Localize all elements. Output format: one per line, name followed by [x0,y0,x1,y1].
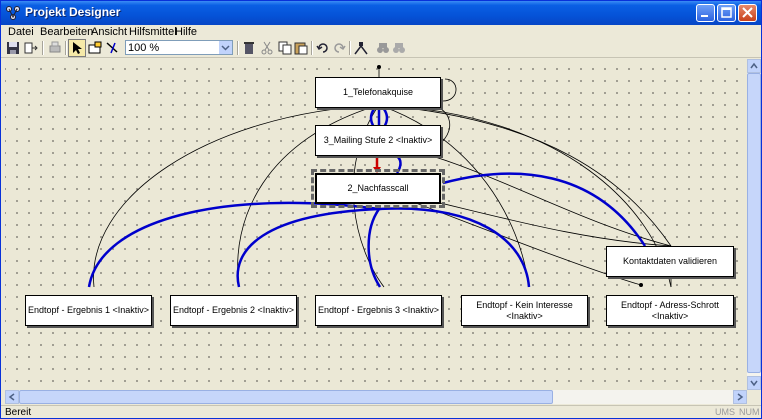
export-icon[interactable] [23,40,39,56]
toolbar-separator [237,41,239,55]
menu-bar: Datei Bearbeiten Ansicht Hilfsmittel Hil… [1,25,761,39]
chevron-down-icon [750,380,758,387]
node-kontaktdaten-validieren[interactable]: Kontaktdaten validieren [606,246,734,277]
chevron-up-icon [750,62,758,69]
toolbar-separator [311,41,313,55]
maximize-icon [721,7,732,18]
pointer-icon[interactable] [68,39,86,57]
node-endtopf-ergebnis-2[interactable]: Endtopf - Ergebnis 2 <Inaktiv> [170,295,297,326]
copy-icon[interactable] [277,40,293,56]
zoom-dropdown-button[interactable] [219,41,232,54]
diagram-canvas[interactable]: 1_Telefonakquise 3_Mailing Stufe 2 <Inak… [5,59,747,390]
close-icon [742,7,753,18]
zoom-select[interactable] [125,40,233,55]
chevron-left-icon [8,393,15,401]
scroll-right-button[interactable] [733,390,747,404]
node-endtopf-kein-interesse[interactable]: Endtopf - Kein Interesse <Inaktiv> [461,295,588,326]
node-nachfasscall[interactable]: 2_Nachfasscall [311,169,445,208]
status-text: Bereit [5,407,32,418]
redo-icon[interactable] [331,40,347,56]
toolbar-separator [65,41,67,55]
toolbar-separator [349,41,351,55]
save-icon[interactable] [5,40,21,56]
menu-bearbeiten[interactable]: Bearbeiten [40,25,93,39]
edge-active-nachfasscall-kein-interesse [378,207,531,288]
print-icon[interactable] [47,40,63,56]
scroll-down-button[interactable] [747,376,761,390]
vertical-scrollbar[interactable] [747,59,761,390]
chevron-down-icon [221,45,230,51]
minimize-icon [701,15,708,17]
node-mailing-stufe-2[interactable]: 3_Mailing Stufe 2 <Inaktiv> [315,125,441,156]
undo-icon[interactable] [315,40,331,56]
chevron-right-icon [737,393,744,401]
close-button[interactable] [738,4,757,22]
app-window: Projekt Designer Datei Bearbeiten Ansich… [0,0,762,419]
toolbar-separator [42,41,44,55]
edge-active-kontaktdaten-nachfasscall [442,172,647,247]
title-bar[interactable]: Projekt Designer [1,1,761,25]
status-indicator-num: NUM [739,407,760,417]
maximize-button[interactable] [717,4,736,22]
menu-hilfe[interactable]: Hilfe [175,25,197,39]
minimize-button[interactable] [696,4,715,22]
status-bar: Bereit UMS NUM [1,405,761,418]
edge-active-nachfasscall-ergebnis1 [87,201,380,288]
layout-icon[interactable] [353,40,369,56]
edge-active-mailing-nachfasscall [394,153,402,174]
node-endtopf-ergebnis-1[interactable]: Endtopf - Ergebnis 1 <Inaktiv> [25,295,152,326]
find-icon[interactable] [375,40,391,56]
find-next-icon[interactable] [391,40,407,56]
toolbar [1,39,761,58]
connector-icon[interactable] [105,40,121,56]
window-title: Projekt Designer [25,5,121,19]
junction-adress-schrott [639,283,643,287]
scroll-left-button[interactable] [5,390,19,404]
menu-datei[interactable]: Datei [8,25,34,39]
horizontal-scroll-thumb[interactable] [19,390,553,404]
junction-top [377,65,381,69]
status-indicator-ums: UMS [715,407,735,417]
delete-icon[interactable] [241,40,257,56]
menu-ansicht[interactable]: Ansicht [91,25,127,39]
horizontal-scrollbar[interactable] [5,390,747,404]
scroll-up-button[interactable] [747,59,761,73]
frame-icon[interactable] [87,40,103,56]
vertical-scroll-thumb[interactable] [747,73,761,373]
diagram-edges [87,65,672,288]
edge-active-nachfasscall-ergebnis2 [236,207,380,288]
node-endtopf-ergebnis-3[interactable]: Endtopf - Ergebnis 3 <Inaktiv> [315,295,442,326]
edge-loop-telefonakquise [442,78,457,102]
zoom-input[interactable] [128,41,214,54]
app-icon [6,6,20,20]
node-telefonakquise[interactable]: 1_Telefonakquise [315,77,441,108]
menu-hilfsmittel[interactable]: Hilfsmittel [129,25,177,39]
paste-icon[interactable] [293,40,309,56]
node-endtopf-adress-schrott[interactable]: Endtopf - Adress-Schrott <Inaktiv> [606,295,734,326]
edge-active-nachfasscall-ergebnis3 [367,208,382,288]
cut-icon[interactable] [259,40,275,56]
